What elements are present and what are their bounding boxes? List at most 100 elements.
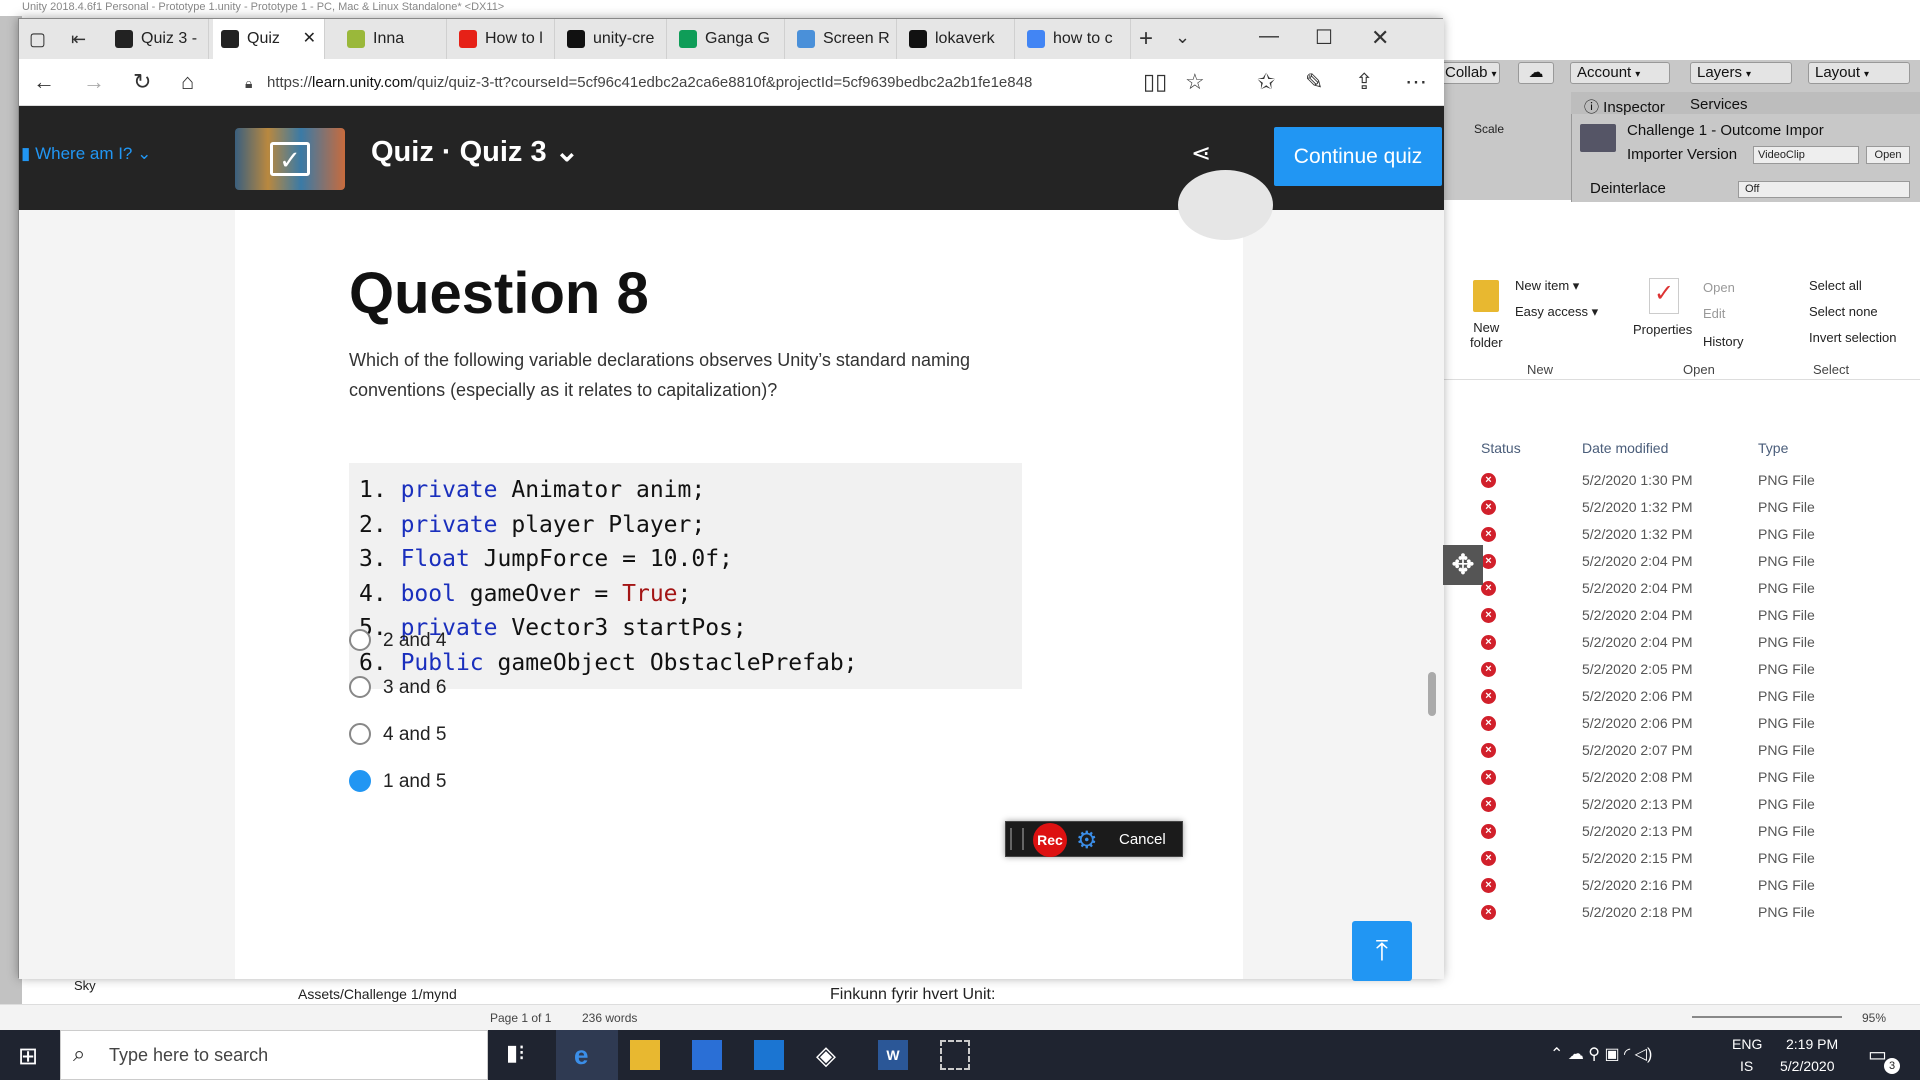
clock-time[interactable]: 2:19 PM <box>1786 1036 1838 1052</box>
home-icon[interactable]: ⌂ <box>181 69 194 95</box>
drag-grip-icon[interactable] <box>1010 828 1024 850</box>
easy-access-button[interactable]: Easy access ▾ <box>1515 304 1598 320</box>
zoom-slider[interactable] <box>1692 1016 1842 1018</box>
invert-selection-button[interactable]: Invert selection <box>1809 330 1896 345</box>
back-icon[interactable]: ← <box>33 69 55 95</box>
new-item-button[interactable]: New item ▾ <box>1515 278 1579 294</box>
file-row[interactable]: × 5/2/2020 2:04 PM PNG File <box>1443 629 1920 656</box>
deinterlace-select[interactable]: Off <box>1738 181 1910 198</box>
zoom-level[interactable]: 95% <box>1862 1011 1886 1025</box>
file-row[interactable]: × 5/2/2020 2:15 PM PNG File <box>1443 845 1920 872</box>
radio-button[interactable] <box>349 676 371 698</box>
tab-inspector[interactable]: ⓘ Inspector <box>1584 96 1665 117</box>
file-explorer-icon[interactable] <box>630 1040 660 1070</box>
browser-tab[interactable]: Screen R <box>789 19 897 59</box>
reading-view-icon[interactable]: ▯▯ <box>1143 69 1167 95</box>
clock-date[interactable]: 5/2/2020 <box>1780 1058 1835 1074</box>
notes-pen-icon[interactable]: ✎ <box>1305 69 1323 95</box>
browser-tab[interactable]: lokaverk <box>901 19 1015 59</box>
refresh-icon[interactable]: ↻ <box>133 69 151 95</box>
open-button[interactable]: Open <box>1703 280 1735 295</box>
close-tab-icon[interactable]: ✕ <box>303 19 316 59</box>
maximize-button[interactable]: ☐ <box>1315 25 1333 50</box>
minimize-button[interactable]: — <box>1259 25 1279 48</box>
radio-button[interactable] <box>349 770 371 792</box>
windows-start-icon[interactable]: ⊞ <box>18 1042 38 1071</box>
file-row[interactable]: × 5/2/2020 2:16 PM PNG File <box>1443 872 1920 899</box>
scrollbar-thumb[interactable] <box>1428 672 1436 716</box>
column-type[interactable]: Type <box>1758 440 1788 456</box>
file-row[interactable]: × 5/2/2020 2:05 PM PNG File <box>1443 656 1920 683</box>
browser-tab[interactable]: Inna <box>339 19 447 59</box>
word-count[interactable]: 236 words <box>582 1011 637 1025</box>
history-button[interactable]: History <box>1703 334 1743 349</box>
file-row[interactable]: × 5/2/2020 1:30 PM PNG File <box>1443 467 1920 494</box>
close-window-button[interactable]: ✕ <box>1371 25 1389 51</box>
store-icon[interactable] <box>692 1040 722 1070</box>
quiz-title[interactable]: Quiz · Quiz 3 ⌄ <box>371 134 579 169</box>
browser-tab[interactable]: Ganga G <box>671 19 785 59</box>
where-am-i-button[interactable]: ▮ Where am I? ⌄ <box>21 144 151 164</box>
share-browser-icon[interactable]: ⇪ <box>1355 69 1373 95</box>
file-row[interactable]: × 5/2/2020 2:18 PM PNG File <box>1443 899 1920 926</box>
file-row[interactable]: × 5/2/2020 2:06 PM PNG File <box>1443 683 1920 710</box>
word-icon[interactable]: W <box>878 1040 908 1070</box>
tab-preview-icon[interactable]: ⌄ <box>1175 27 1190 48</box>
file-row[interactable]: × 5/2/2020 2:08 PM PNG File <box>1443 764 1920 791</box>
radio-button[interactable] <box>349 723 371 745</box>
edit-button[interactable]: Edit <box>1703 306 1725 321</box>
unity-icon[interactable]: ◈ <box>816 1040 846 1070</box>
file-row[interactable]: × 5/2/2020 2:04 PM PNG File <box>1443 548 1920 575</box>
file-row[interactable]: × 5/2/2020 2:13 PM PNG File <box>1443 818 1920 845</box>
tab-services[interactable]: Services <box>1690 96 1748 113</box>
browser-tab[interactable]: how to c <box>1019 19 1131 59</box>
gear-icon[interactable]: ⚙ <box>1076 826 1098 855</box>
taskbar-search[interactable]: ⌕ Type here to search <box>60 1030 488 1080</box>
new-folder-button[interactable]: New folder <box>1470 320 1503 350</box>
tab-actions-icon[interactable]: ▢ <box>29 29 46 50</box>
browser-tab[interactable]: Quiz 3 - <box>107 19 209 59</box>
properties-button[interactable]: Properties <box>1633 322 1692 337</box>
layout-button[interactable]: Layout ▾ <box>1808 62 1910 84</box>
set-tabs-aside-icon[interactable]: ⇤ <box>71 29 86 50</box>
importer-select[interactable]: VideoClip <box>1753 146 1859 164</box>
select-none-button[interactable]: Select none <box>1809 304 1878 319</box>
collab-button[interactable]: Collab ▾ <box>1438 62 1500 84</box>
language-indicator[interactable]: ENG <box>1732 1036 1762 1052</box>
radio-button[interactable] <box>349 629 371 651</box>
mail-icon[interactable] <box>754 1040 784 1070</box>
account-button[interactable]: Account ▾ <box>1570 62 1670 84</box>
layers-button[interactable]: Layers ▾ <box>1690 62 1792 84</box>
file-row[interactable]: × 5/2/2020 1:32 PM PNG File <box>1443 494 1920 521</box>
file-row[interactable]: × 5/2/2020 2:04 PM PNG File <box>1443 602 1920 629</box>
open-asset-button[interactable]: Open <box>1866 146 1910 164</box>
record-button[interactable]: Rec <box>1033 823 1067 857</box>
browser-tab[interactable]: Quiz ✕ <box>213 19 325 59</box>
task-view-icon[interactable]: ▮⁝ <box>506 1040 536 1070</box>
page-count[interactable]: Page 1 of 1 <box>490 1011 551 1025</box>
continue-quiz-button[interactable]: Continue quiz <box>1274 127 1442 186</box>
file-row[interactable]: × 5/2/2020 2:04 PM PNG File <box>1443 575 1920 602</box>
share-icon[interactable]: ⋖ <box>1191 139 1211 168</box>
more-menu-icon[interactable]: ⋯ <box>1405 69 1427 95</box>
snip-icon[interactable] <box>940 1040 970 1070</box>
hierarchy-item[interactable]: Sky <box>74 978 96 993</box>
column-status[interactable]: Status <box>1481 440 1521 456</box>
file-row[interactable]: × 5/2/2020 2:06 PM PNG File <box>1443 710 1920 737</box>
file-row[interactable]: × 5/2/2020 2:13 PM PNG File <box>1443 791 1920 818</box>
system-tray-icons[interactable]: ⌃ ☁ ⚲ ▣ ◜ ◁) <box>1550 1044 1652 1064</box>
cancel-button[interactable]: Cancel <box>1119 831 1166 848</box>
favorite-star-icon[interactable]: ☆ <box>1185 69 1205 95</box>
column-date-modified[interactable]: Date modified <box>1582 440 1668 456</box>
cloud-button[interactable]: ☁ <box>1518 62 1554 84</box>
browser-tab[interactable]: How to l <box>451 19 555 59</box>
url-field[interactable]: 🔒︎ https://learn.unity.com/quiz/quiz-3-t… <box>239 67 1179 99</box>
edge-taskbar-button[interactable]: e <box>556 1030 618 1080</box>
select-all-button[interactable]: Select all <box>1809 278 1862 293</box>
browser-tab[interactable]: unity-cre <box>559 19 667 59</box>
region-indicator[interactable]: IS <box>1740 1058 1753 1074</box>
scroll-to-top-button[interactable]: ⤒ <box>1352 921 1412 981</box>
file-row[interactable]: × 5/2/2020 1:32 PM PNG File <box>1443 521 1920 548</box>
favorites-hub-icon[interactable]: ✩ <box>1257 69 1275 95</box>
new-tab-button[interactable]: + <box>1139 25 1153 53</box>
